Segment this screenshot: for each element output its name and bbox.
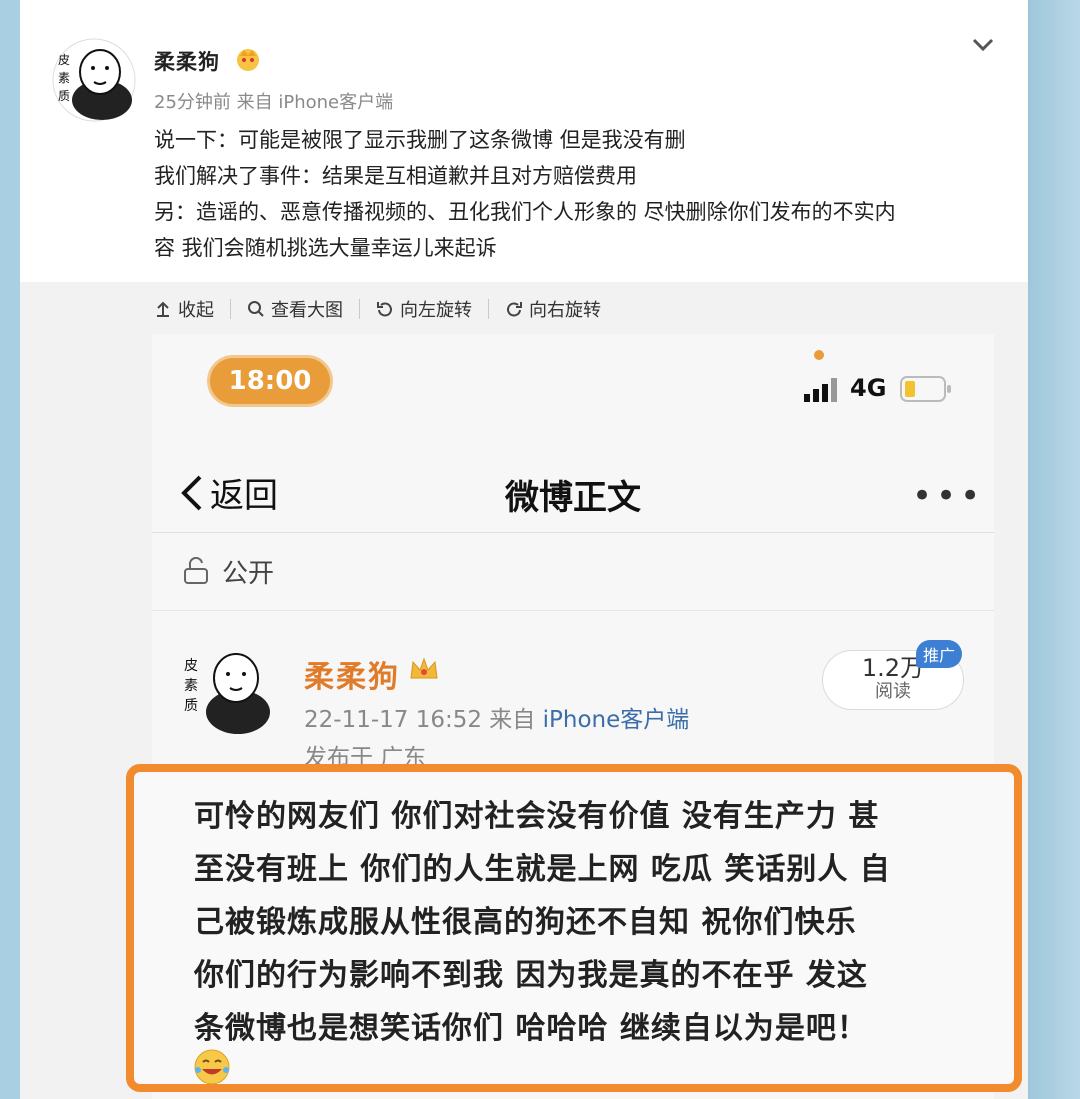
crown-icon — [410, 657, 438, 679]
battery-icon — [900, 376, 951, 402]
divider — [230, 299, 231, 319]
screenshot-username[interactable]: 柔柔狗 — [304, 652, 400, 696]
collapse-label: 收起 — [178, 300, 214, 321]
avatar[interactable]: 皮 素 质 — [182, 640, 272, 734]
svg-text:素: 素 — [58, 71, 70, 85]
post-line: 说一下：可能是被限了显示我删了这条微博 但是我没有删 — [154, 128, 686, 152]
divider — [359, 299, 360, 319]
image-toolbar: 收起 查看大图 向左旋转 向右旋转 — [154, 294, 601, 324]
highlighted-content-box: 可怜的网友们 你们对社会没有价值 没有生产力 甚 至没有班上 你们的人生就是上网… — [126, 764, 1022, 1092]
rotate-right-label: 向右旋转 — [529, 300, 601, 321]
search-icon — [248, 301, 264, 317]
username[interactable]: 柔柔狗 — [154, 46, 220, 76]
avatar[interactable]: 皮 素 质 — [52, 38, 136, 122]
divider — [488, 299, 489, 319]
status-time: 18:00 — [210, 358, 330, 404]
indicator-dot — [814, 350, 824, 360]
content-line: 可怜的网友们 你们对社会没有价值 没有生产力 甚 — [194, 799, 880, 834]
status-bar: 18:00 4G — [152, 334, 994, 444]
content-line: 己被锻炼成服从性很高的狗还不自知 祝你们快乐 — [194, 905, 857, 940]
view-large-label: 查看大图 — [271, 300, 343, 321]
rotate-right-icon — [507, 302, 522, 317]
content-line: 至没有班上 你们的人生就是上网 吃瓜 笑话别人 自 — [194, 852, 891, 887]
svg-text:皮: 皮 — [58, 53, 70, 67]
chevron-down-icon[interactable] — [970, 34, 996, 54]
svg-text:素: 素 — [184, 678, 198, 694]
rotate-left-icon — [377, 302, 392, 317]
client-link[interactable]: iPhone客户端 — [543, 707, 690, 733]
visibility-label: 公开 — [222, 558, 275, 589]
post-line: 我们解决了事件：结果是互相道歉并且对方赔偿费用 — [154, 164, 637, 188]
collapse-button[interactable]: 收起 — [154, 296, 214, 322]
nav-title: 微博正文 — [505, 478, 641, 518]
more-button[interactable]: ••• — [912, 476, 984, 516]
highlighted-content: 可怜的网友们 你们对社会没有价值 没有生产力 甚 至没有班上 你们的人生就是上网… — [194, 790, 1014, 1055]
svg-text:皮: 皮 — [184, 658, 198, 674]
screenshot-meta: 22-11-17 16:52 来自 iPhone客户端 — [304, 700, 689, 734]
svg-text:质: 质 — [58, 89, 70, 103]
view-large-button[interactable]: 查看大图 — [247, 296, 343, 322]
rotate-right-button[interactable]: 向右旋转 — [505, 296, 601, 322]
nav-bar: 返回 微博正文 ••• — [152, 444, 994, 533]
page-background-edge — [1028, 0, 1080, 1099]
unlock-icon — [184, 557, 208, 584]
post-text: 说一下：可能是被限了显示我删了这条微博 但是我没有删 我们解决了事件：结果是互相… — [154, 122, 994, 266]
post-line: 容 我们会随机挑选大量幸运儿来起诉 — [154, 236, 497, 260]
signal-icon — [804, 378, 837, 402]
post-line: 另：造谣的、恶意传播视频的、丑化我们个人形象的 尽快删除你们发布的不实内 — [154, 200, 896, 224]
visibility-row: 公开 — [152, 532, 994, 611]
read-label: 阅读 — [875, 681, 911, 702]
post-meta: 25分钟前 来自 iPhone客户端 — [154, 92, 394, 113]
svg-text:质: 质 — [184, 698, 198, 714]
post-date: 22-11-17 16:52 来自 — [304, 707, 536, 733]
content-line: 你们的行为影响不到我 因为我是真的不在乎 发这 — [194, 958, 868, 993]
vip-badge-icon — [237, 49, 259, 71]
promote-badge[interactable]: 推广 — [916, 640, 962, 668]
content-line: 条微博也是想笑话你们 哈哈哈 继续自以为是吧！ — [194, 1011, 868, 1046]
laughing-emoji-icon — [194, 1049, 230, 1085]
rotate-left-button[interactable]: 向左旋转 — [376, 296, 472, 322]
network-type: 4G — [850, 374, 887, 402]
rotate-left-label: 向左旋转 — [400, 300, 472, 321]
collapse-icon — [157, 301, 169, 317]
